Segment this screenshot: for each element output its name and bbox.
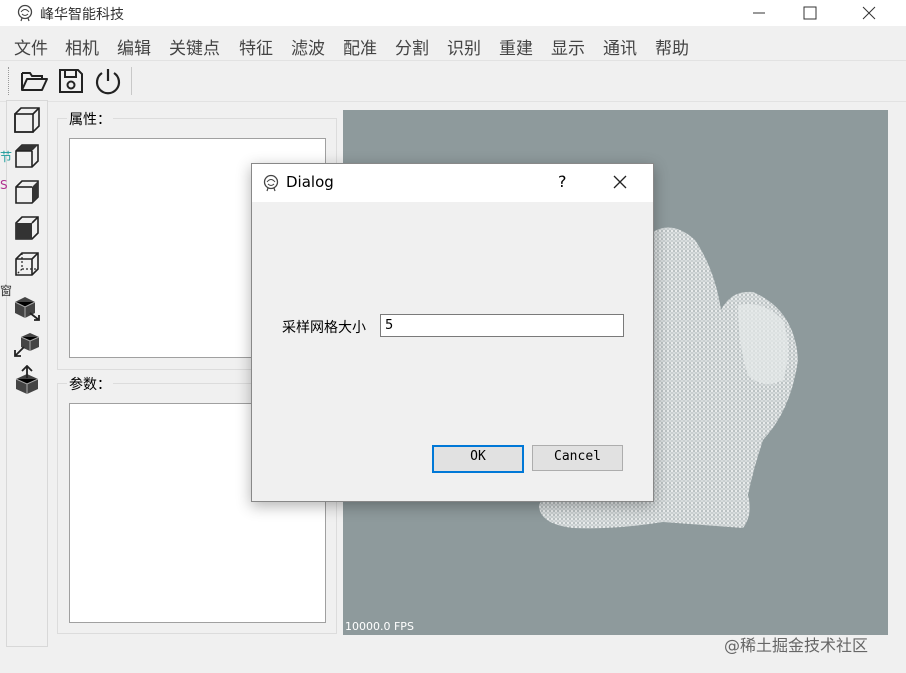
maximize-icon — [803, 6, 817, 20]
power-button[interactable] — [93, 66, 123, 96]
dialog-title-bar: Dialog ? — [252, 164, 653, 202]
minimize-button[interactable] — [730, 0, 788, 26]
dialog-help-button[interactable]: ? — [558, 172, 567, 191]
view-up-button[interactable] — [11, 364, 43, 396]
title-bar: 峰华智能科技 — [0, 0, 906, 26]
cube-import-icon — [14, 333, 40, 357]
menu-camera[interactable]: 相机 — [65, 34, 99, 59]
save-icon — [59, 69, 83, 93]
properties-label: 属性： — [67, 109, 113, 129]
brain-head-icon — [263, 174, 279, 192]
clipped-fragment: 节 — [0, 150, 13, 164]
open-button[interactable] — [19, 66, 49, 96]
toolbar-separator — [131, 67, 132, 95]
close-window-button[interactable] — [840, 0, 898, 26]
menu-features[interactable]: 特征 — [239, 34, 273, 59]
cube-top-icon — [15, 144, 39, 168]
clipped-fragment: S — [0, 178, 8, 192]
cube-up-icon — [15, 365, 39, 394]
menu-help[interactable]: 帮助 — [655, 34, 689, 59]
menu-recognition[interactable]: 识别 — [447, 34, 481, 59]
menu-filter[interactable]: 滤波 — [291, 34, 325, 59]
close-icon — [862, 6, 876, 20]
view-top-button[interactable] — [11, 140, 43, 172]
save-button[interactable] — [56, 66, 86, 96]
menu-registration[interactable]: 配准 — [343, 34, 377, 59]
toolbar — [0, 60, 906, 102]
fps-counter: 10000.0 FPS — [345, 620, 414, 633]
cube-left-icon — [15, 216, 39, 240]
menu-reconstruction[interactable]: 重建 — [499, 34, 533, 59]
power-icon — [95, 69, 121, 95]
watermark: @稀土掘金技术社区 — [724, 636, 869, 655]
menu-display[interactable]: 显示 — [551, 34, 585, 59]
sampling-grid-label: 采样网格大小 — [282, 320, 366, 336]
toolbar-grip[interactable] — [8, 67, 11, 95]
open-folder-icon — [21, 72, 48, 91]
view-import-button[interactable] — [11, 328, 43, 360]
clipped-fragment: 窗 — [0, 284, 13, 298]
menu-keypoints[interactable]: 关键点 — [169, 34, 220, 59]
view-export-button[interactable] — [11, 292, 43, 324]
menu-file[interactable]: 文件 — [14, 34, 48, 59]
cancel-button[interactable]: Cancel — [532, 445, 623, 471]
menu-segmentation[interactable]: 分割 — [395, 34, 429, 59]
cube-side-icon — [15, 180, 39, 204]
view-front-button[interactable] — [11, 104, 43, 136]
view-iso-button[interactable] — [11, 248, 43, 280]
cube-iso-icon — [15, 252, 39, 276]
menu-edit[interactable]: 编辑 — [117, 34, 151, 59]
params-label: 参数： — [67, 374, 113, 394]
maximize-button[interactable] — [781, 0, 839, 26]
brain-head-icon — [17, 4, 33, 22]
dialog-title: Dialog — [286, 173, 334, 191]
sampling-grid-input[interactable]: 5 — [380, 314, 624, 337]
cube-export-icon — [14, 297, 40, 321]
menu-bar: 文件 相机 编辑 关键点 特征 滤波 配准 分割 识别 重建 显示 通讯 帮助 — [0, 34, 906, 59]
view-sidebar — [6, 100, 48, 647]
minimize-icon — [753, 12, 765, 14]
menu-communication[interactable]: 通讯 — [603, 34, 637, 59]
sampling-dialog: Dialog ? 采样网格大小 5 OK Cancel — [251, 163, 654, 502]
window-title: 峰华智能科技 — [40, 7, 124, 23]
cube-front-icon — [14, 107, 40, 133]
ok-button[interactable]: OK — [432, 445, 524, 473]
close-icon[interactable] — [612, 174, 628, 190]
view-side-button[interactable] — [11, 176, 43, 208]
view-left-button[interactable] — [11, 212, 43, 244]
